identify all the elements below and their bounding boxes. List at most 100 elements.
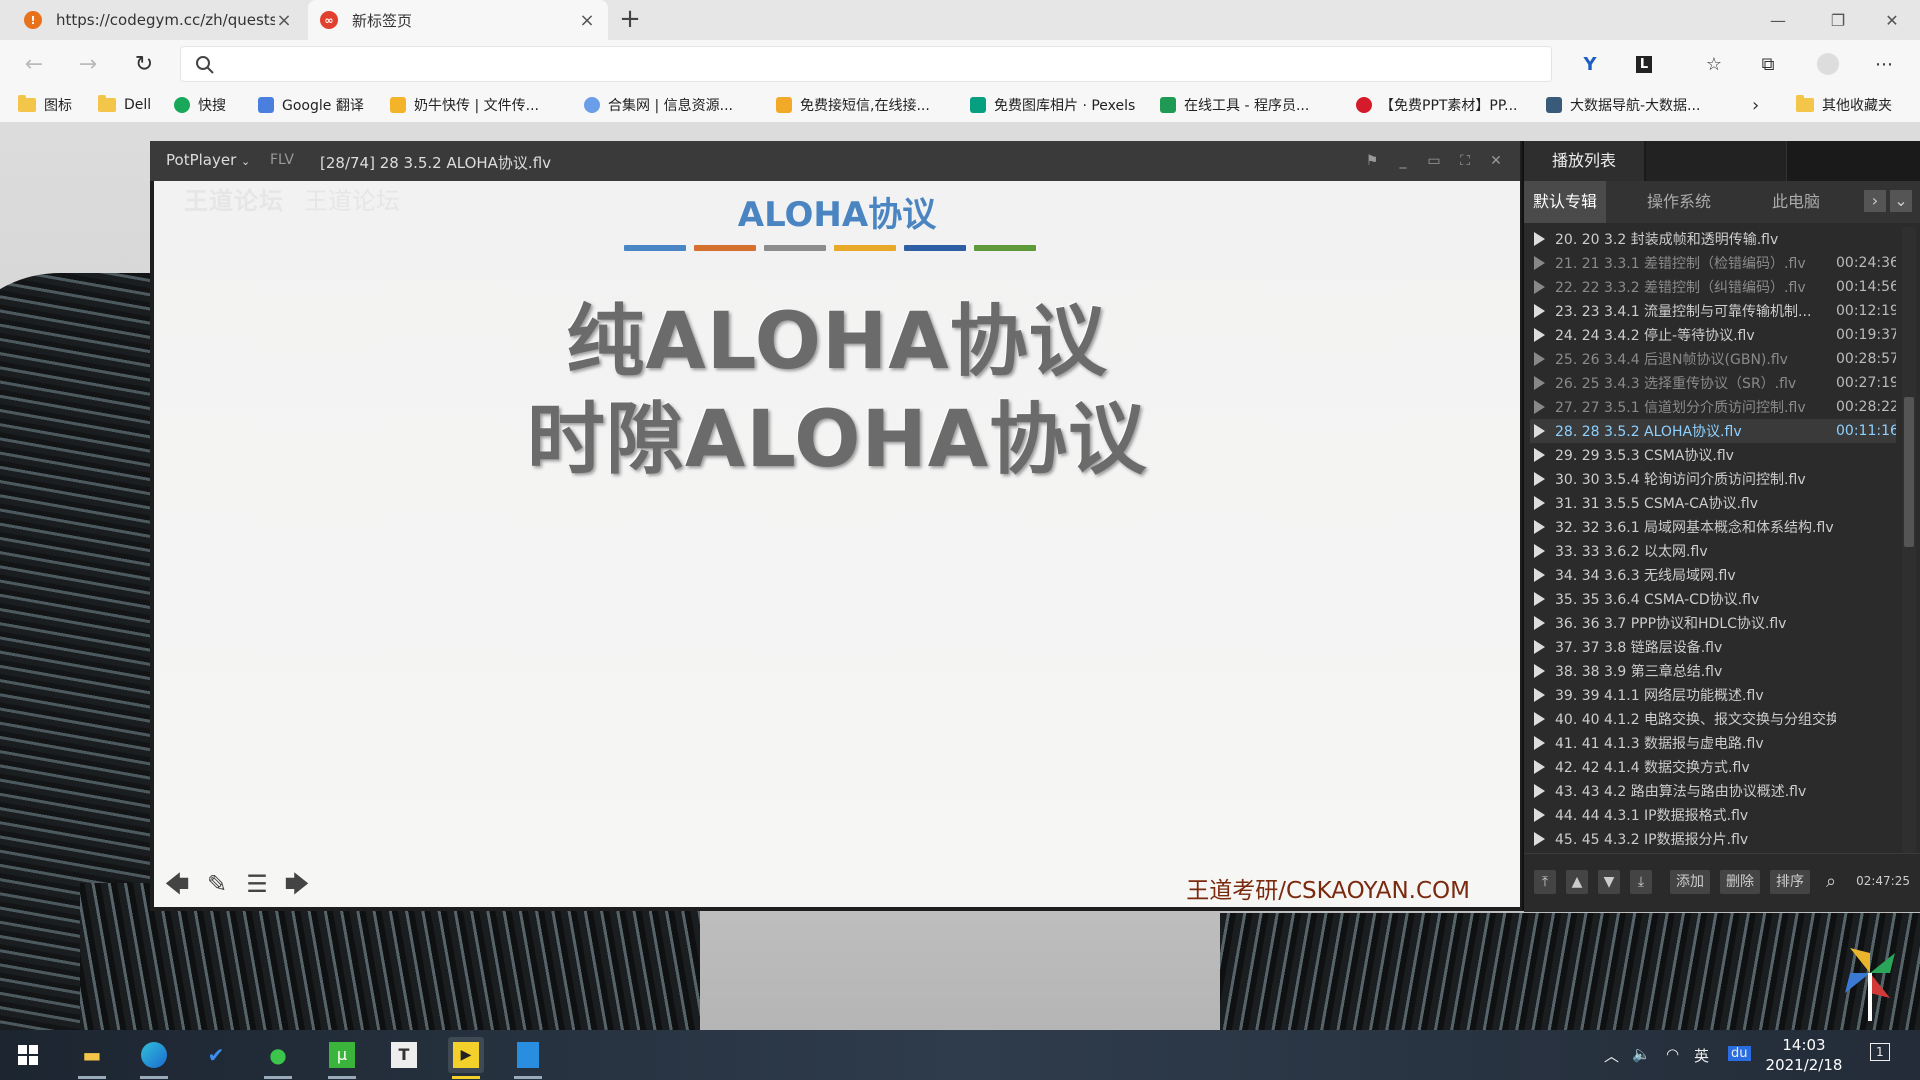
sort-button[interactable]: 排序 — [1770, 870, 1810, 894]
close-tab-icon[interactable]: × — [578, 10, 596, 31]
maximize-icon[interactable]: ▭ — [1422, 149, 1446, 173]
tab-default-album[interactable]: 默认专辑 — [1524, 181, 1606, 223]
clock[interactable]: 14:03 2021/2/18 — [1764, 1035, 1844, 1075]
playlist-item[interactable]: 45. 45 4.3.2 IP数据报分片.flv — [1530, 827, 1896, 851]
utorrent-icon[interactable]: µ — [324, 1037, 360, 1079]
tab-codegym[interactable]: ! https://codegym.cc/zh/quests/le × — [12, 0, 305, 40]
todo-icon[interactable]: ✔ — [198, 1037, 234, 1073]
notification-icon[interactable]: 1 — [1870, 1042, 1890, 1061]
back-icon[interactable]: ← — [18, 48, 50, 80]
move-bottom-icon[interactable]: ⤓ — [1630, 870, 1652, 894]
playlist-item[interactable]: 24. 24 3.4.2 停止-等待协议.flv 00:19:37 — [1530, 323, 1896, 347]
playlist-tab[interactable]: 播放列表 — [1524, 141, 1644, 181]
playlist-item[interactable]: 40. 40 4.1.2 电路交换、报文交换与分组交换.flv — [1530, 707, 1896, 731]
bookmark-item[interactable]: 免费接短信,在线接... — [776, 93, 930, 117]
pen-icon[interactable]: ✎ — [204, 871, 230, 897]
playlist-item[interactable]: 21. 21 3.3.1 差错控制（检错编码）.flv 00:24:36 — [1530, 251, 1896, 275]
tab-newtab[interactable]: ∞ 新标签页 × — [308, 0, 608, 40]
bookmark-item[interactable]: 大数据导航-大数据... — [1546, 93, 1700, 117]
extension-y-icon[interactable]: Y — [1574, 48, 1606, 80]
playlist-item[interactable]: 29. 29 3.5.3 CSMA协议.flv — [1530, 443, 1896, 467]
playlist-item[interactable]: 27. 27 3.5.1 信道划分介质访问控制.flv 00:28:22 — [1530, 395, 1896, 419]
playlist-item[interactable]: 37. 37 3.8 链路层设备.flv — [1530, 635, 1896, 659]
maximize-icon[interactable]: ❐ — [1808, 0, 1868, 40]
minimize-icon[interactable]: _ — [1391, 149, 1415, 173]
playlist-item[interactable]: 38. 38 3.9 第三章总结.flv — [1530, 659, 1896, 683]
playlist-item[interactable]: 36. 36 3.7 PPP协议和HDLC协议.flv — [1530, 611, 1896, 635]
wechat-icon[interactable]: ● — [260, 1037, 296, 1079]
search-icon[interactable]: ⌕ — [1820, 870, 1842, 894]
playlist-item[interactable]: 25. 26 3.4.4 后退N帧协议(GBN).flv 00:28:57 — [1530, 347, 1896, 371]
video-area[interactable]: 王道论坛 王道论坛 ALOHA协议 纯ALOHA协议 时隙ALOHA协议 🡄 ✎… — [154, 181, 1520, 907]
player-menu[interactable]: PotPlayer ⌄ — [166, 151, 250, 169]
chevron-right-icon[interactable]: › — [1864, 190, 1886, 212]
notes-icon[interactable] — [510, 1037, 546, 1079]
playlist-item[interactable]: 44. 44 4.3.1 IP数据报格式.flv — [1530, 803, 1896, 827]
edge-icon[interactable] — [136, 1037, 172, 1079]
bookmark-item[interactable]: 合集网 | 信息资源... — [584, 93, 733, 117]
potplayer-taskbar-icon[interactable]: ▶ — [448, 1037, 484, 1079]
delete-button[interactable]: 删除 — [1720, 870, 1760, 894]
favorites-icon[interactable]: ☆ — [1698, 48, 1730, 80]
volume-icon[interactable]: 🔈 — [1632, 1045, 1651, 1063]
more-menu-icon[interactable]: ⋯ — [1868, 48, 1900, 80]
arrow-right-icon[interactable]: 🡆 — [284, 871, 310, 897]
bookmark-item[interactable]: 奶牛快传 | 文件传... — [390, 93, 539, 117]
playlist-item[interactable]: 43. 43 4.2 路由算法与路由协议概述.flv — [1530, 779, 1896, 803]
profile-icon[interactable] — [1812, 48, 1844, 80]
pin-icon[interactable]: ⚑ — [1360, 149, 1384, 173]
playlist-item[interactable]: 39. 39 4.1.1 网络层功能概述.flv — [1530, 683, 1896, 707]
playlist-item[interactable]: 35. 35 3.6.4 CSMA-CD协议.flv — [1530, 587, 1896, 611]
bookmark-item[interactable]: Google 翻译 — [258, 93, 364, 117]
scroll-thumb[interactable] — [1904, 397, 1914, 547]
tab-os[interactable]: 操作系统 — [1634, 181, 1724, 223]
close-window-icon[interactable]: ✕ — [1862, 0, 1920, 40]
bookmark-item[interactable]: 图标 — [18, 93, 72, 117]
close-tab-icon[interactable]: × — [275, 10, 293, 31]
extension-l-icon[interactable]: L — [1628, 48, 1660, 80]
playlist-item[interactable]: 22. 22 3.3.2 差错控制（纠错编码）.flv 00:14:56 — [1530, 275, 1896, 299]
playlist-tab-empty[interactable] — [1646, 141, 1787, 181]
forward-icon[interactable]: → — [72, 48, 104, 80]
collections-icon[interactable]: ⧉ — [1752, 48, 1784, 80]
windows-start-icon[interactable] — [10, 1037, 46, 1073]
tab-this-pc[interactable]: 此电脑 — [1756, 181, 1836, 223]
bookmark-item[interactable]: 其他收藏夹 — [1796, 93, 1892, 117]
move-top-icon[interactable]: ⤒ — [1534, 870, 1556, 894]
playlist-item[interactable]: 32. 32 3.6.1 局域网基本概念和体系结构.flv — [1530, 515, 1896, 539]
playlist-item[interactable]: 30. 30 3.5.4 轮询访问介质访问控制.flv — [1530, 467, 1896, 491]
bookmark-item[interactable]: 在线工具 - 程序员... — [1160, 93, 1309, 117]
move-down-icon[interactable]: ▼ — [1598, 870, 1620, 894]
playlist-item[interactable]: 41. 41 4.1.3 数据报与虚电路.flv — [1530, 731, 1896, 755]
input-lang[interactable]: 英 — [1694, 1045, 1709, 1066]
bookmark-item[interactable]: 快搜 — [174, 93, 226, 117]
chevron-up-icon[interactable]: ︿ — [1604, 1045, 1619, 1066]
move-up-icon[interactable]: ▲ — [1566, 870, 1588, 894]
add-button[interactable]: 添加 — [1670, 870, 1710, 894]
minimize-icon[interactable]: — — [1748, 0, 1808, 40]
playlist-item[interactable]: 42. 42 4.1.4 数据交换方式.flv — [1530, 755, 1896, 779]
typora-icon[interactable]: T — [386, 1037, 422, 1073]
bookmark-item[interactable]: 免费图库相片 · Pexels — [970, 93, 1135, 117]
new-tab-button[interactable]: + — [616, 6, 644, 34]
playlist-item[interactable]: 33. 33 3.6.2 以太网.flv — [1530, 539, 1896, 563]
bookmark-item[interactable]: Dell — [98, 93, 151, 117]
close-icon[interactable]: ✕ — [1484, 149, 1508, 173]
menu-icon[interactable]: ☰ — [244, 871, 270, 897]
playlist-scrollbar[interactable] — [1902, 227, 1916, 853]
baidu-icon[interactable]: du — [1728, 1046, 1751, 1061]
arrow-left-icon[interactable]: 🡄 — [164, 871, 190, 897]
bookmark-item[interactable]: 【免费PPT素材】PP... — [1356, 93, 1518, 117]
playlist-item[interactable]: 26. 25 3.4.3 选择重传协议（SR）.flv 00:27:19 — [1530, 371, 1896, 395]
playlist-item[interactable]: 20. 20 3.2 封装成帧和透明传输.flv — [1530, 227, 1896, 251]
address-bar[interactable] — [180, 46, 1552, 82]
playlist-item[interactable]: 34. 34 3.6.3 无线局域网.flv — [1530, 563, 1896, 587]
wifi-icon[interactable]: ◠ — [1666, 1045, 1679, 1063]
refresh-icon[interactable]: ↻ — [128, 48, 160, 80]
fullscreen-icon[interactable]: ⛶ — [1453, 149, 1477, 173]
playlist-item[interactable]: 28. 28 3.5.2 ALOHA协议.flv 00:11:16 — [1530, 419, 1896, 443]
playlist-item[interactable]: 23. 23 3.4.1 流量控制与可靠传输机制... 00:12:19 — [1530, 299, 1896, 323]
playlist-item[interactable]: 31. 31 3.5.5 CSMA-CA协议.flv — [1530, 491, 1896, 515]
file-explorer-icon[interactable]: ▬ — [74, 1037, 110, 1079]
chevron-down-icon[interactable]: ⌄ — [1890, 190, 1912, 212]
